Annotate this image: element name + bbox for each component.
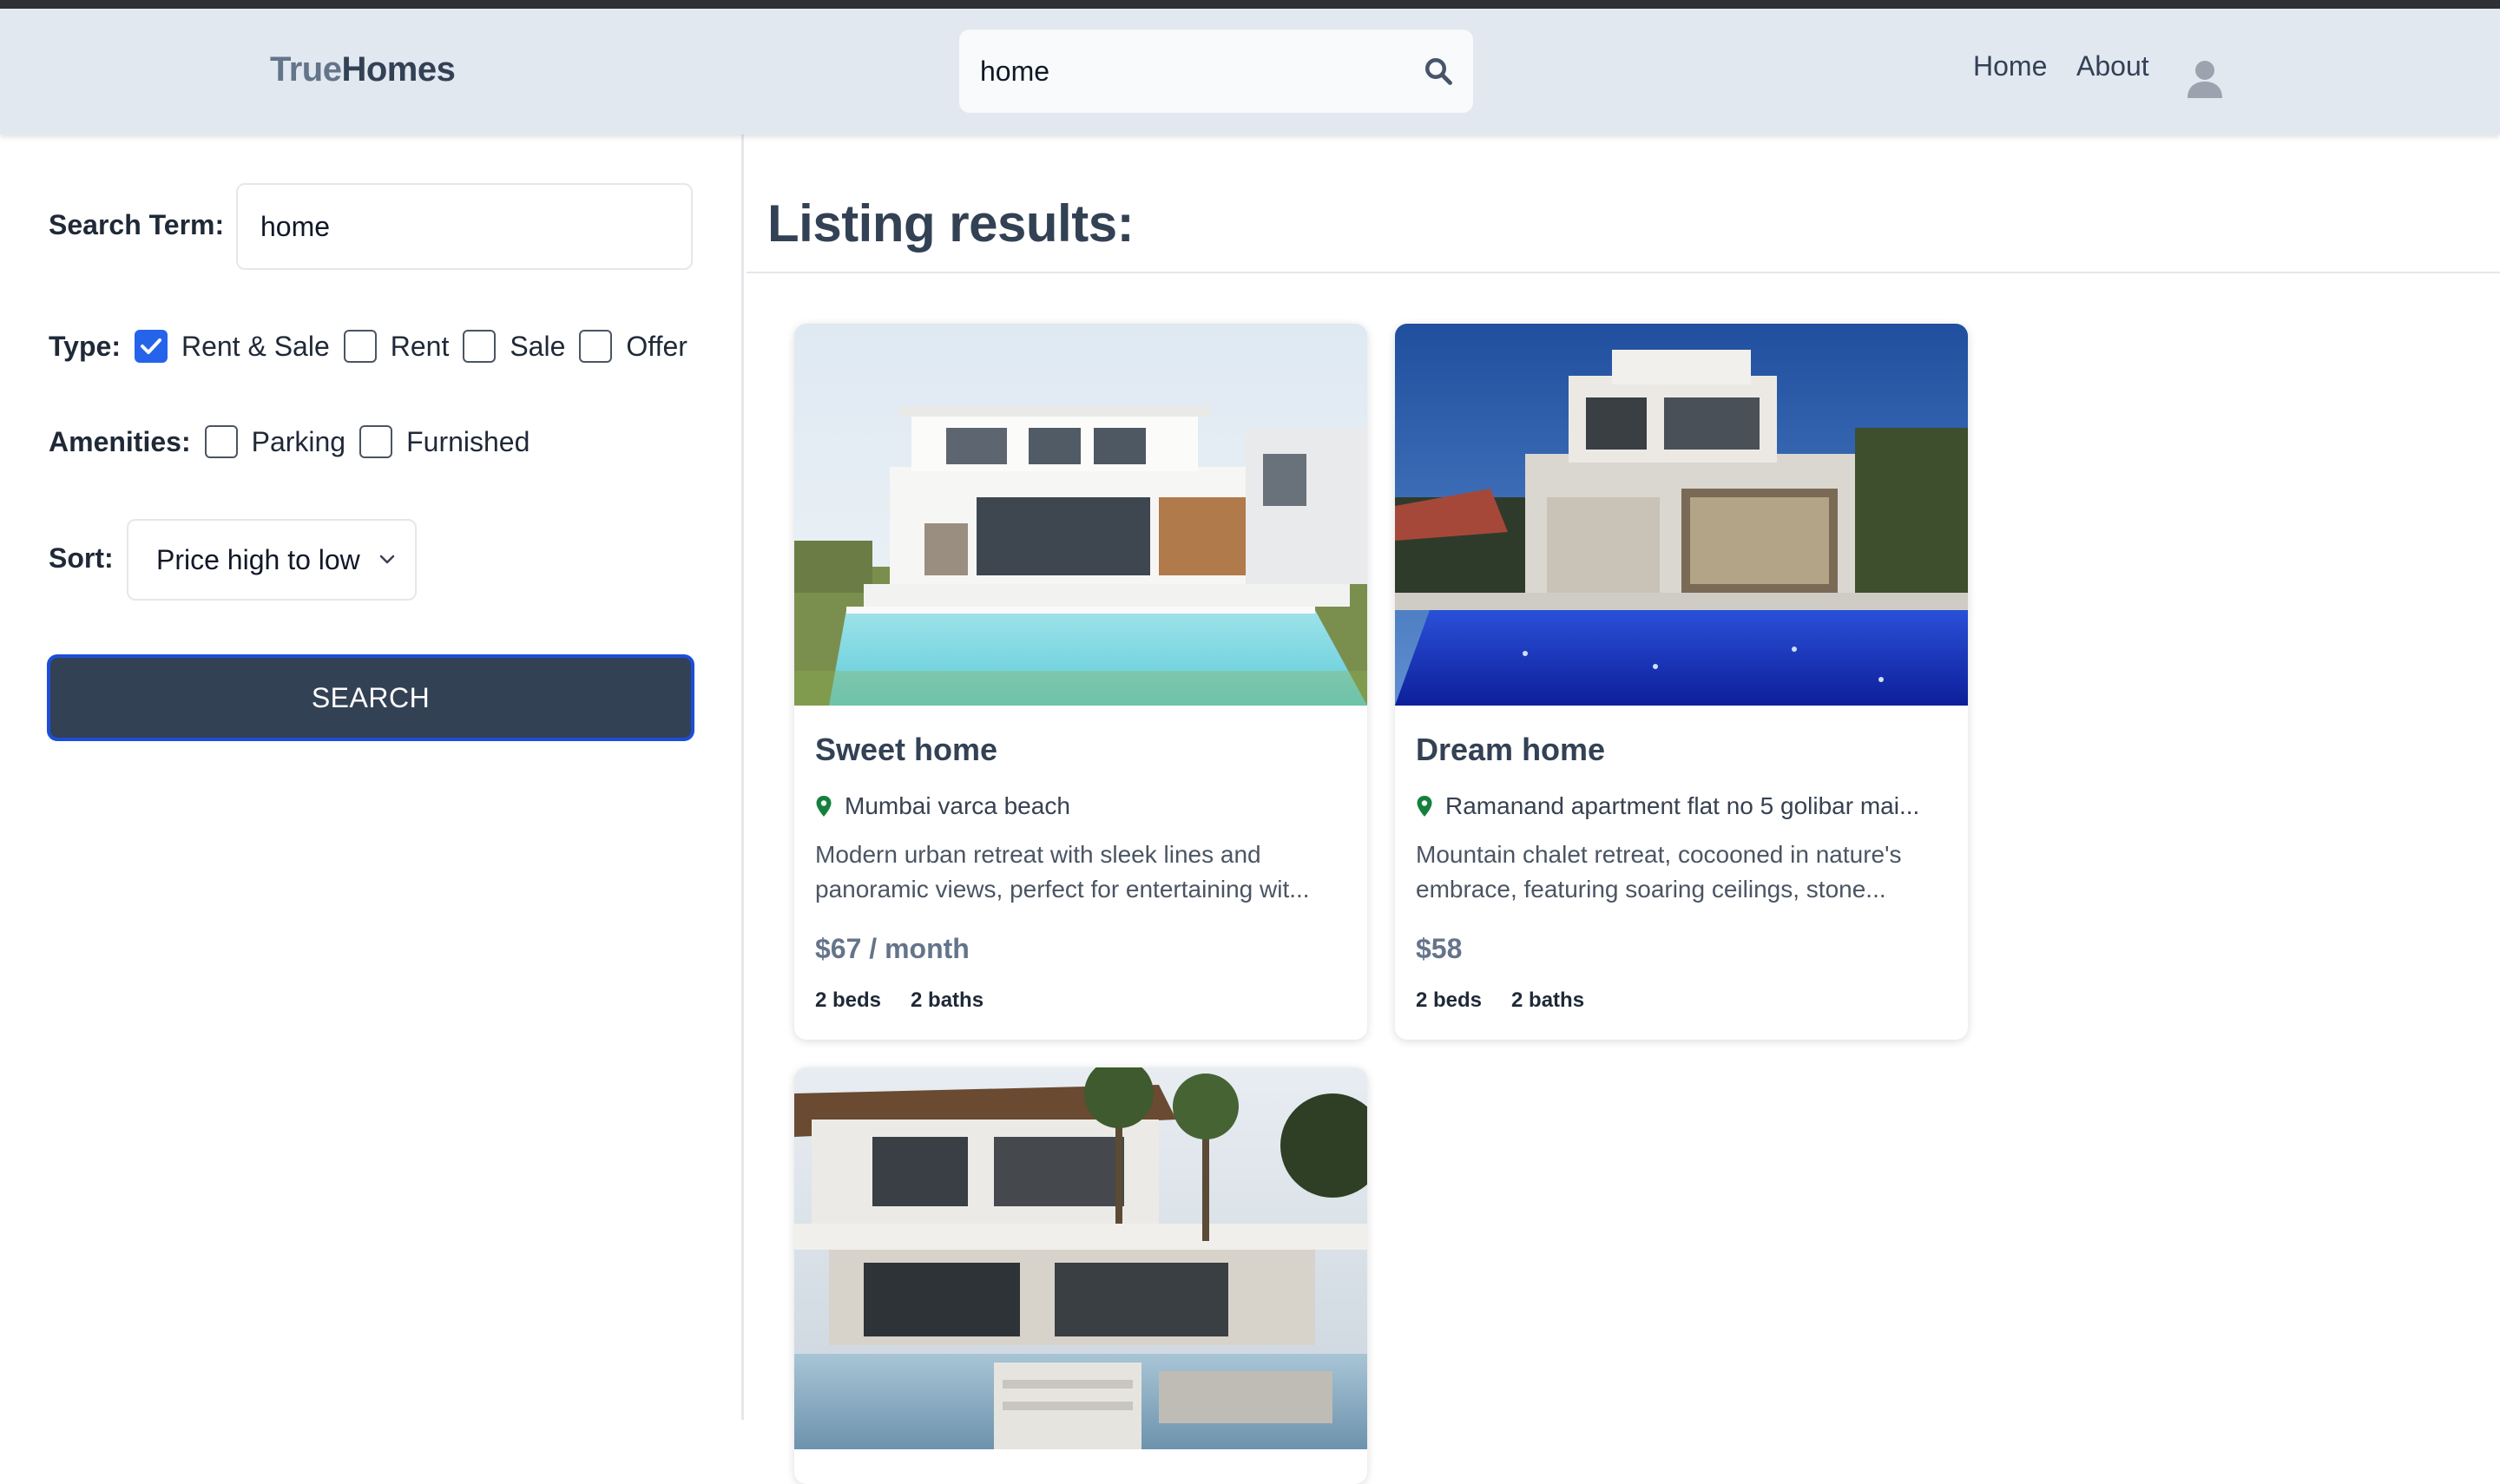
listing-baths: 2 baths	[1511, 988, 1585, 1012]
search-button[interactable]: SEARCH	[47, 654, 694, 741]
listing-location-text: Mumbai varca beach	[845, 792, 1070, 819]
nav-link-about[interactable]: About	[2076, 50, 2149, 82]
window-top-strip	[0, 0, 2500, 9]
listing-price: $67 / month	[815, 933, 970, 964]
logo-part-homes: Homes	[341, 50, 456, 89]
listing-baths: 2 baths	[911, 988, 984, 1012]
listing-image	[794, 324, 1367, 706]
type-filter-row: Type: Rent & Sale Rent Sale Offer	[49, 330, 688, 363]
search-term-row: Search Term:	[49, 209, 224, 241]
listing-meta: 2 beds 2 baths	[1416, 988, 1584, 1013]
filter-sidebar: Search Term: Type: Rent & Sale Rent Sale…	[0, 135, 744, 1420]
search-term-input[interactable]	[236, 183, 693, 270]
logo-part-true: True	[270, 50, 342, 89]
type-rent-label: Rent	[390, 330, 450, 362]
listing-location: Ramanand apartment flat no 5 golibar mai…	[1416, 792, 1919, 820]
listing-location-text: Ramanand apartment flat no 5 golibar mai…	[1445, 792, 1920, 819]
listing-location: Mumbai varca beach	[815, 792, 1070, 820]
check-icon	[140, 338, 161, 354]
type-rent-checkbox[interactable]	[343, 330, 377, 363]
location-pin-icon	[816, 796, 832, 817]
title-divider	[747, 272, 2500, 273]
type-rent-sale-checkbox[interactable]	[134, 330, 168, 363]
type-sale-checkbox[interactable]	[463, 330, 497, 363]
listing-beds: 2 beds	[815, 988, 882, 1012]
listing-description: Modern urban retreat with sleek lines an…	[815, 841, 1310, 903]
user-avatar-icon[interactable]	[2186, 58, 2224, 98]
listing-beds: 2 beds	[1416, 988, 1483, 1012]
listing-price: $58	[1416, 933, 1463, 964]
type-rent-sale-label: Rent & Sale	[181, 330, 330, 362]
listing-description: Mountain chalet retreat, cocooned in nat…	[1416, 841, 1902, 903]
chevron-down-icon	[379, 555, 395, 564]
header-search-bar	[959, 30, 1473, 113]
amenities-filter-row: Amenities: Parking Furnished	[49, 425, 530, 458]
amenity-furnished-label: Furnished	[406, 425, 530, 457]
listing-card[interactable]: Sweet home Mumbai varca beach Modern urb…	[794, 324, 1367, 1040]
header-search-input[interactable]	[980, 50, 1397, 92]
top-navbar: TrueHomes Home About	[0, 9, 2500, 135]
type-sale-label: Sale	[510, 330, 566, 362]
sort-select[interactable]: Price high to low	[127, 519, 417, 601]
listing-card[interactable]	[794, 1067, 1367, 1484]
type-offer-label: Offer	[626, 330, 688, 362]
results-panel: Listing results: Sweet home Mumbai varca…	[747, 135, 2500, 1484]
house-photo-sweet-home	[794, 324, 1367, 706]
listing-meta: 2 beds 2 baths	[815, 988, 984, 1013]
nav-link-home[interactable]: Home	[1973, 50, 2047, 82]
sort-row: Sort:	[49, 542, 114, 575]
search-icon[interactable]	[1423, 56, 1454, 87]
listing-image	[794, 1067, 1367, 1449]
page-title: Listing results:	[767, 194, 1135, 253]
listing-image	[1395, 324, 1968, 706]
listing-title[interactable]: Dream home	[1416, 732, 1605, 768]
amenity-parking-label: Parking	[251, 425, 346, 457]
house-photo-villa	[794, 1067, 1367, 1449]
type-label: Type:	[49, 330, 121, 362]
listing-title[interactable]: Sweet home	[815, 732, 997, 768]
house-photo-dream-home	[1395, 324, 1968, 706]
amenities-label: Amenities:	[49, 425, 191, 457]
amenity-parking-checkbox[interactable]	[204, 425, 238, 458]
brand-logo[interactable]: TrueHomes	[270, 50, 456, 89]
location-pin-icon	[1417, 796, 1432, 817]
amenity-furnished-checkbox[interactable]	[359, 425, 393, 458]
search-term-label: Search Term:	[49, 209, 225, 240]
type-offer-checkbox[interactable]	[579, 330, 613, 363]
sort-selected-value: Price high to low	[156, 543, 360, 575]
listing-card[interactable]: Dream home Ramanand apartment flat no 5 …	[1395, 324, 1968, 1040]
sort-label: Sort:	[49, 542, 114, 574]
